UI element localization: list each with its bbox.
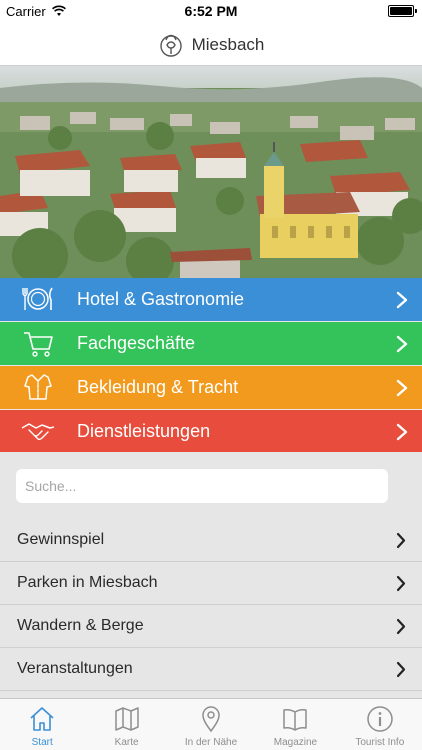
tab-karte[interactable]: Karte (84, 699, 168, 750)
category-dienstleistungen[interactable]: Dienstleistungen (0, 410, 422, 453)
chevron-right-icon (396, 532, 406, 549)
tab-label: Start (31, 737, 53, 748)
tab-start[interactable]: Start (0, 699, 84, 750)
category-label: Dienstleistungen (77, 421, 211, 441)
shirt-icon (24, 374, 52, 400)
map-icon (114, 707, 139, 731)
location-pin-icon (202, 706, 220, 733)
category-label: Bekleidung & Tracht (77, 377, 239, 397)
chevron-right-icon (396, 291, 408, 309)
hero-image (0, 66, 422, 278)
list-item-label: Parken in Miesbach (17, 574, 158, 591)
category-fachgeschaefte[interactable]: Fachgeschäfte (0, 322, 422, 365)
category-hotel-gastronomie[interactable]: Hotel & Gastronomie (0, 278, 422, 321)
list-item-parken[interactable]: Parken in Miesbach (0, 562, 422, 605)
tab-label: Tourist Info (355, 737, 405, 748)
tab-label: Karte (114, 737, 139, 748)
chevron-right-icon (396, 618, 406, 635)
category-label: Hotel & Gastronomie (77, 289, 245, 309)
plate-cutlery-icon (22, 287, 53, 310)
chevron-right-icon (396, 379, 408, 397)
chevron-right-icon (396, 335, 408, 353)
tab-label: In der Nähe (184, 737, 238, 748)
handshake-icon (21, 423, 55, 441)
search-input[interactable] (16, 469, 388, 503)
chevron-right-icon (396, 661, 406, 678)
list-item-veranstaltungen[interactable]: Veranstaltungen (0, 648, 422, 691)
status-bar: Carrier 6:52 PM (0, 0, 422, 24)
chevron-right-icon (396, 423, 408, 441)
home-icon (30, 707, 54, 731)
knot-emblem-icon (159, 34, 182, 57)
list-item-wandern[interactable]: Wandern & Berge (0, 605, 422, 648)
shopping-cart-icon (24, 332, 53, 357)
category-list: Hotel & Gastronomie Fachgeschäfte Beklei… (0, 278, 422, 454)
info-icon (367, 706, 393, 732)
list-item-label: Wandern & Berge (17, 617, 144, 634)
list-item-label: Veranstaltungen (17, 660, 133, 677)
tab-label: Magazine (273, 737, 318, 748)
status-time: 6:52 PM (184, 3, 238, 19)
category-label: Fachgeschäfte (77, 333, 196, 353)
tab-magazine[interactable]: Magazine (253, 699, 337, 750)
category-bekleidung-tracht[interactable]: Bekleidung & Tracht (0, 366, 422, 409)
tab-bar: Start Karte In der Nähe Magazine Tourist… (0, 698, 422, 750)
battery-icon (388, 5, 417, 17)
page-title: Miesbach (191, 34, 265, 54)
nav-bar: Miesbach (0, 24, 422, 66)
chevron-right-icon (396, 575, 406, 592)
book-icon (283, 709, 308, 731)
info-list: Gewinnspiel Parken in Miesbach Wandern &… (0, 519, 422, 691)
search-section (0, 452, 422, 518)
tab-tourist-info[interactable]: Tourist Info (338, 699, 422, 750)
tab-in-der-naehe[interactable]: In der Nähe (169, 699, 253, 750)
list-item-gewinnspiel[interactable]: Gewinnspiel (0, 519, 422, 562)
list-item-label: Gewinnspiel (17, 531, 105, 548)
